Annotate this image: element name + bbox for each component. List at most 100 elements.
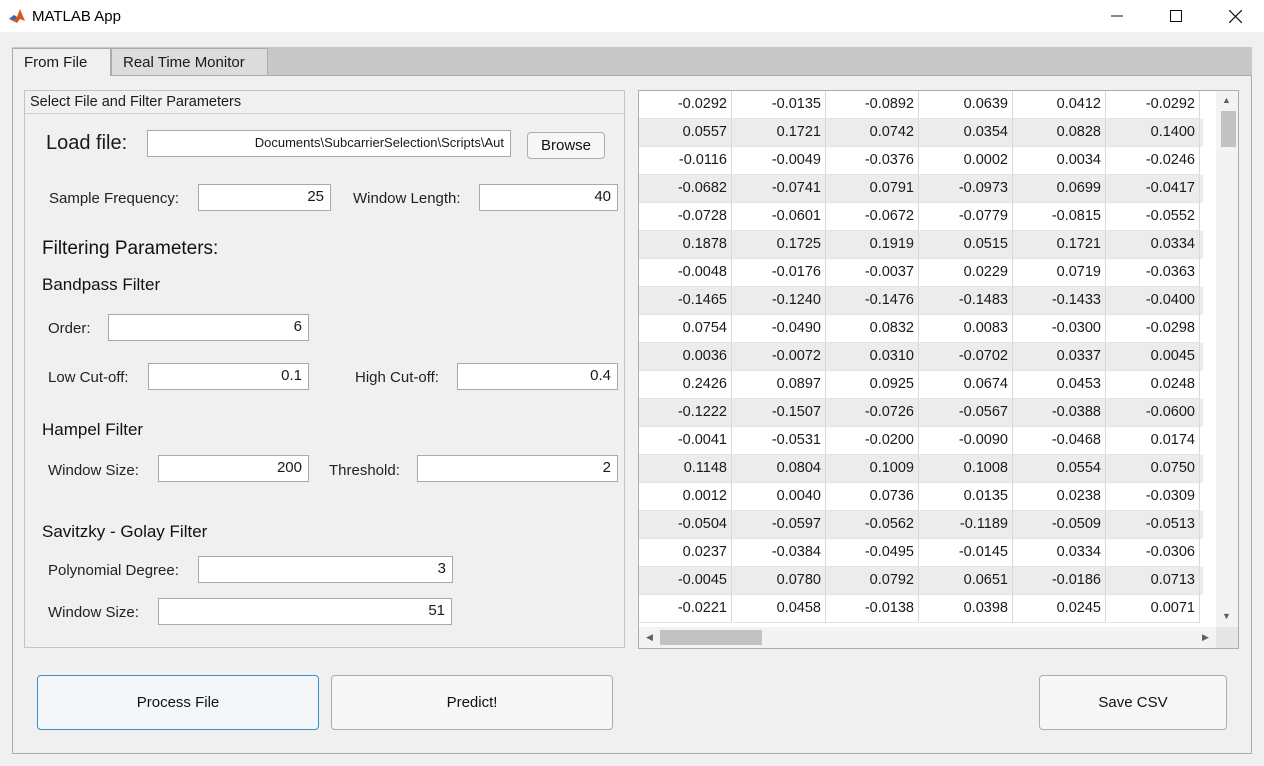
table-cell[interactable]: 0.1148 <box>639 455 732 483</box>
process-file-button[interactable]: Process File <box>37 675 319 730</box>
table-cell[interactable]: -0.0090 <box>920 427 1013 455</box>
table-cell[interactable]: 0.0897 <box>733 371 826 399</box>
table-cell[interactable]: 0.1721 <box>733 119 826 147</box>
table-cell[interactable]: 0.1878 <box>639 231 732 259</box>
table-cell[interactable]: -0.0531 <box>733 427 826 455</box>
table-cell[interactable]: -0.0495 <box>826 539 919 567</box>
table-cell[interactable]: 0.0699 <box>1013 175 1106 203</box>
table-cell[interactable]: -0.1433 <box>1013 287 1106 315</box>
high-cutoff-field[interactable]: 0.4 <box>457 363 618 390</box>
table-cell[interactable]: 0.0713 <box>1107 567 1200 595</box>
table-cell[interactable]: -0.0567 <box>920 399 1013 427</box>
table-cell[interactable]: -0.0384 <box>733 539 826 567</box>
table-cell[interactable]: -0.1465 <box>639 287 732 315</box>
table-cell[interactable]: 0.0754 <box>639 315 732 343</box>
table-cell[interactable]: -0.0116 <box>639 147 732 175</box>
predict-button[interactable]: Predict! <box>331 675 613 730</box>
table-cell[interactable]: -0.0597 <box>733 511 826 539</box>
table-cell[interactable]: -0.0779 <box>920 203 1013 231</box>
browse-button[interactable]: Browse <box>527 132 605 159</box>
table-cell[interactable]: -0.0728 <box>639 203 732 231</box>
table-cell[interactable]: -0.0045 <box>639 567 732 595</box>
table-row[interactable]: -0.0504 -0.0597 -0.0562 -0.1189 -0.0509 -0.05… <box>639 511 1203 539</box>
table-cell[interactable]: 0.0310 <box>826 343 919 371</box>
table-cell[interactable]: -0.0600 <box>1107 399 1200 427</box>
table-cell[interactable]: -0.0672 <box>826 203 919 231</box>
sg-window-size-field[interactable]: 51 <box>158 598 452 625</box>
table-cell[interactable]: 0.0804 <box>733 455 826 483</box>
table-cell[interactable]: 0.0651 <box>920 567 1013 595</box>
scroll-down-arrow-icon[interactable]: ▼ <box>1222 611 1231 621</box>
table-row[interactable]: -0.1222 -0.1507 -0.0726 -0.0567 -0.0388 -0.06… <box>639 399 1203 427</box>
vertical-scroll-thumb[interactable] <box>1221 111 1236 147</box>
table-cell[interactable]: -0.0552 <box>1107 203 1200 231</box>
table-cell[interactable]: -0.0300 <box>1013 315 1106 343</box>
table-cell[interactable]: 0.0791 <box>826 175 919 203</box>
table-cell[interactable]: 0.1721 <box>1013 231 1106 259</box>
table-cell[interactable]: 0.0398 <box>920 595 1013 623</box>
table-cell[interactable]: -0.0892 <box>826 91 919 119</box>
table-cell[interactable]: -0.0298 <box>1107 315 1200 343</box>
table-cell[interactable]: -0.1222 <box>639 399 732 427</box>
table-row[interactable]: 0.0754 -0.0490 0.0832 0.0083 -0.0300 -0.0298 <box>639 315 1203 343</box>
tab-real-time-monitor[interactable]: Real Time Monitor <box>111 48 268 75</box>
table-cell[interactable]: -0.1240 <box>733 287 826 315</box>
file-path-field[interactable]: Documents\SubcarrierSelection\Scripts\Au… <box>147 130 511 157</box>
table-cell[interactable]: -0.1483 <box>920 287 1013 315</box>
table-cell[interactable]: 0.0045 <box>1107 343 1200 371</box>
table-cell[interactable]: 0.0083 <box>920 315 1013 343</box>
table-row[interactable]: -0.0116 -0.0049 -0.0376 0.0002 0.0034 -0.0246 <box>639 147 1203 175</box>
hampel-window-size-field[interactable]: 200 <box>158 455 309 482</box>
table-cell[interactable]: 0.0828 <box>1013 119 1106 147</box>
table-cell[interactable]: -0.1189 <box>920 511 1013 539</box>
table-cell[interactable]: -0.0509 <box>1013 511 1106 539</box>
table-cell[interactable]: -0.0973 <box>920 175 1013 203</box>
table-row[interactable]: -0.0221 0.0458 -0.0138 0.0398 0.0245 0.0071 <box>639 595 1203 623</box>
table-row[interactable]: 0.2426 0.0897 0.0925 0.0674 0.0453 0.0248 <box>639 371 1203 399</box>
table-cell[interactable]: -0.1507 <box>733 399 826 427</box>
table-row[interactable]: -0.0292 -0.0135 -0.0892 0.0639 0.0412 -0.0292 <box>639 91 1203 119</box>
table-cell[interactable]: -0.0037 <box>826 259 919 287</box>
table-cell[interactable]: 0.0012 <box>639 483 732 511</box>
table-cell[interactable]: 0.0750 <box>1107 455 1200 483</box>
table-cell[interactable]: -0.0041 <box>639 427 732 455</box>
table-cell[interactable]: -0.0292 <box>639 91 732 119</box>
table-cell[interactable]: -0.0309 <box>1107 483 1200 511</box>
polynomial-degree-field[interactable]: 3 <box>198 556 453 583</box>
scroll-right-arrow-icon[interactable]: ▶ <box>1202 632 1209 643</box>
table-row[interactable]: -0.0045 0.0780 0.0792 0.0651 -0.0186 0.0713 <box>639 567 1203 595</box>
table-cell[interactable]: -0.0601 <box>733 203 826 231</box>
table-cell[interactable]: -0.0145 <box>920 539 1013 567</box>
table-cell[interactable]: 0.0453 <box>1013 371 1106 399</box>
tab-from-file[interactable]: From File <box>12 48 111 76</box>
save-csv-button[interactable]: Save CSV <box>1039 675 1227 730</box>
table-cell[interactable]: 0.0174 <box>1107 427 1200 455</box>
threshold-field[interactable]: 2 <box>417 455 618 482</box>
table-row[interactable]: -0.0682 -0.0741 0.0791 -0.0973 0.0699 -0.0417 <box>639 175 1203 203</box>
table-cell[interactable]: 0.0458 <box>733 595 826 623</box>
maximize-button[interactable] <box>1147 0 1205 32</box>
table-cell[interactable]: 0.0036 <box>639 343 732 371</box>
table-cell[interactable]: -0.0400 <box>1107 287 1200 315</box>
table-cell[interactable]: 0.1919 <box>826 231 919 259</box>
table-cell[interactable]: -0.0363 <box>1107 259 1200 287</box>
table-row[interactable]: -0.0041 -0.0531 -0.0200 -0.0090 -0.0468 0.017… <box>639 427 1203 455</box>
table-cell[interactable]: 0.0792 <box>826 567 919 595</box>
table-cell[interactable]: -0.0682 <box>639 175 732 203</box>
table-cell[interactable]: -0.0176 <box>733 259 826 287</box>
table-cell[interactable]: -0.0049 <box>733 147 826 175</box>
table-cell[interactable]: -0.0490 <box>733 315 826 343</box>
table-cell[interactable]: -0.0138 <box>826 595 919 623</box>
table-row[interactable]: 0.0237 -0.0384 -0.0495 -0.0145 0.0334 -0.0306 <box>639 539 1203 567</box>
table-row[interactable]: 0.1878 0.1725 0.1919 0.0515 0.1721 0.0334 <box>639 231 1203 259</box>
table-cell[interactable]: 0.0237 <box>639 539 732 567</box>
table-cell[interactable]: -0.0726 <box>826 399 919 427</box>
table-cell[interactable]: 0.0245 <box>1013 595 1106 623</box>
table-cell[interactable]: -0.1476 <box>826 287 919 315</box>
table-cell[interactable]: 0.1400 <box>1107 119 1200 147</box>
table-cell[interactable]: -0.0388 <box>1013 399 1106 427</box>
table-row[interactable]: -0.0048 -0.0176 -0.0037 0.0229 0.0719 -0.0363 <box>639 259 1203 287</box>
table-cell[interactable]: 0.0515 <box>920 231 1013 259</box>
table-cell[interactable]: -0.0468 <box>1013 427 1106 455</box>
table-cell[interactable]: -0.0221 <box>639 595 732 623</box>
